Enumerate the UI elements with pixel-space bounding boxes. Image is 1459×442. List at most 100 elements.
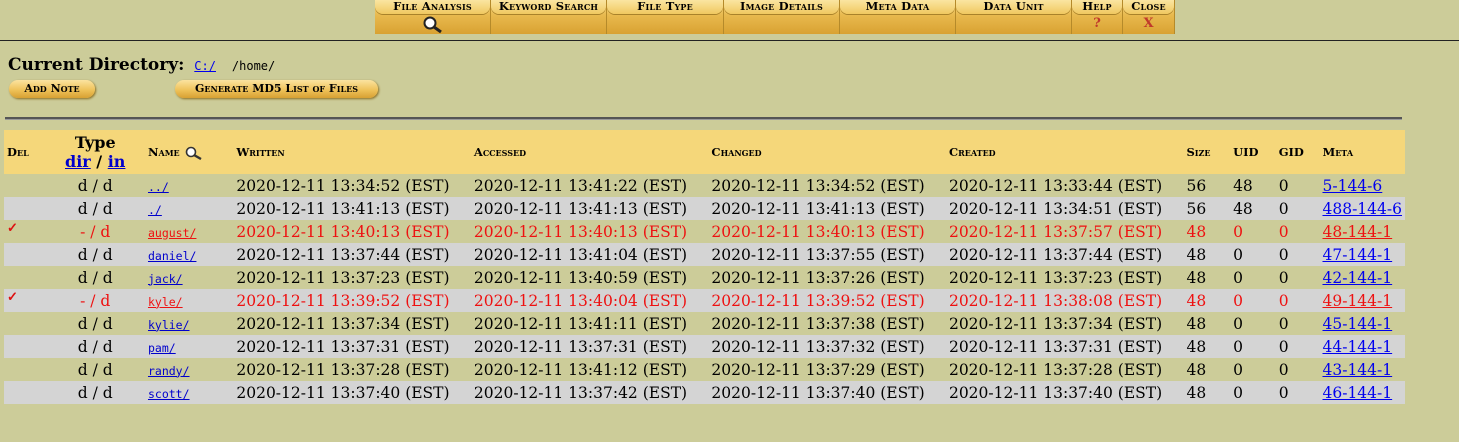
col-meta: Meta	[1319, 130, 1405, 174]
row-meta-link[interactable]: 488-144-6	[1322, 200, 1402, 218]
keyword-search-label: Keyword Search	[491, 0, 606, 14]
deleted-check-icon: ✓	[7, 220, 18, 236]
file-analysis-tab[interactable]: File Analysis	[375, 0, 491, 34]
row-written: 2020-12-11 13:37:34 (EST)	[233, 312, 471, 335]
row-name-link[interactable]: ./	[148, 203, 162, 217]
help-button[interactable]: Help ?	[1072, 0, 1123, 34]
file-listing-table: Del Type dir / in Name Written Accessed …	[4, 130, 1405, 404]
current-directory-label: Current Directory:	[8, 55, 185, 75]
close-button[interactable]: Close X	[1123, 0, 1175, 34]
row-name-cell: scott/	[137, 381, 234, 404]
row-changed: 2020-12-11 13:37:55 (EST)	[708, 243, 946, 266]
table-row: ✓ - / d august/2020-12-11 13:40:13 (EST) 20…	[4, 220, 1405, 243]
data-unit-label: Data Unit	[956, 0, 1071, 14]
row-meta-link[interactable]: 43-144-1	[1322, 361, 1392, 379]
row-size: 56	[1183, 174, 1231, 197]
col-del: Del	[4, 130, 53, 174]
row-written: 2020-12-11 13:37:23 (EST)	[233, 266, 471, 289]
col-gid: GID	[1275, 130, 1320, 174]
row-type: d / d	[52, 197, 138, 220]
file-type-tab[interactable]: File Type	[607, 0, 724, 34]
row-type: d / d	[52, 335, 138, 358]
section-divider	[5, 117, 1402, 120]
row-meta-link[interactable]: 5-144-6	[1322, 177, 1382, 195]
row-meta-link[interactable]: 49-144-1	[1322, 292, 1392, 310]
row-meta-cell: 43-144-1	[1319, 358, 1405, 381]
row-size: 56	[1183, 197, 1231, 220]
row-changed: 2020-12-11 13:41:13 (EST)	[708, 197, 946, 220]
row-name-link[interactable]: kyle/	[148, 295, 183, 309]
col-name-label: Name	[147, 144, 180, 159]
row-type: d / d	[52, 174, 138, 197]
row-written: 2020-12-11 13:37:31 (EST)	[233, 335, 471, 358]
type-in-link[interactable]: in	[108, 152, 126, 171]
row-meta-link[interactable]: 47-144-1	[1322, 246, 1392, 264]
row-created: 2020-12-11 13:37:57 (EST)	[945, 220, 1184, 243]
row-uid: 0	[1230, 220, 1276, 243]
add-note-button[interactable]: Add Note	[9, 80, 95, 98]
row-name-link[interactable]: daniel/	[148, 249, 196, 263]
row-meta-link[interactable]: 42-144-1	[1322, 269, 1392, 287]
row-meta-link[interactable]: 48-144-1	[1322, 223, 1392, 241]
row-del-cell	[4, 197, 53, 220]
row-del-cell: ✓	[4, 220, 53, 243]
magnifier-icon[interactable]	[421, 16, 447, 34]
row-gid: 0	[1275, 174, 1320, 197]
table-row: ✓ - / d kyle/2020-12-11 13:39:52 (EST) 2020…	[4, 289, 1405, 312]
row-created: 2020-12-11 13:37:40 (EST)	[945, 381, 1184, 404]
row-meta-cell: 42-144-1	[1319, 266, 1405, 289]
row-name-cell: jack/	[137, 266, 234, 289]
row-name-link[interactable]: jack/	[148, 272, 183, 286]
row-gid: 0	[1275, 266, 1320, 289]
help-question-icon: ?	[1093, 16, 1101, 31]
row-name-link[interactable]: pam/	[148, 341, 176, 355]
table-row: d / d jack/2020-12-11 13:37:23 (EST) 2020-…	[4, 266, 1405, 289]
type-dir-link[interactable]: dir	[65, 152, 91, 171]
row-type: d / d	[52, 312, 138, 335]
close-label: Close	[1123, 0, 1174, 14]
table-row: d / d scott/2020-12-11 13:37:40 (EST) 2020…	[4, 381, 1405, 404]
generate-md5-button[interactable]: Generate MD5 List of Files	[175, 80, 378, 98]
meta-data-tab[interactable]: Meta Data	[840, 0, 956, 34]
row-uid: 48	[1230, 174, 1276, 197]
row-meta-cell: 45-144-1	[1319, 312, 1405, 335]
col-name: Name	[137, 130, 234, 174]
root-directory-link[interactable]: C:/	[194, 59, 216, 73]
row-accessed: 2020-12-11 13:41:22 (EST)	[470, 174, 709, 197]
data-unit-tab[interactable]: Data Unit	[956, 0, 1072, 34]
row-size: 48	[1183, 381, 1231, 404]
row-uid: 0	[1230, 289, 1276, 312]
row-accessed: 2020-12-11 13:41:04 (EST)	[470, 243, 709, 266]
top-toolbar: File Analysis Keyword Search File Type I…	[375, 0, 1175, 34]
row-meta-cell: 488-144-6	[1319, 197, 1405, 220]
row-written: 2020-12-11 13:39:52 (EST)	[233, 289, 471, 312]
row-size: 48	[1183, 312, 1231, 335]
row-size: 48	[1183, 266, 1231, 289]
row-name-link[interactable]: kylie/	[148, 318, 190, 332]
row-changed: 2020-12-11 13:37:38 (EST)	[708, 312, 946, 335]
row-meta-link[interactable]: 46-144-1	[1322, 384, 1392, 402]
row-type: - / d	[52, 220, 138, 243]
row-gid: 0	[1275, 197, 1320, 220]
row-accessed: 2020-12-11 13:37:42 (EST)	[470, 381, 709, 404]
row-name-link[interactable]: scott/	[148, 387, 190, 401]
image-details-label: Image Details	[724, 0, 839, 14]
row-name-link[interactable]: august/	[148, 226, 196, 240]
current-directory: Current Directory: C:/ /home/	[8, 55, 275, 75]
row-uid: 48	[1230, 197, 1276, 220]
row-uid: 0	[1230, 312, 1276, 335]
row-meta-link[interactable]: 44-144-1	[1322, 338, 1392, 356]
row-size: 48	[1183, 335, 1231, 358]
row-name-cell: pam/	[137, 335, 234, 358]
name-search-icon[interactable]	[184, 146, 206, 160]
image-details-tab[interactable]: Image Details	[724, 0, 840, 34]
row-name-link[interactable]: ../	[148, 180, 169, 194]
row-del-cell	[4, 381, 53, 404]
keyword-search-tab[interactable]: Keyword Search	[491, 0, 607, 34]
row-name-link[interactable]: randy/	[148, 364, 190, 378]
row-del-cell: ✓	[4, 289, 53, 312]
col-accessed: Accessed	[470, 130, 709, 174]
row-accessed: 2020-12-11 13:40:59 (EST)	[470, 266, 709, 289]
table-row: d / d randy/2020-12-11 13:37:28 (EST) 2020…	[4, 358, 1405, 381]
row-meta-link[interactable]: 45-144-1	[1322, 315, 1392, 333]
